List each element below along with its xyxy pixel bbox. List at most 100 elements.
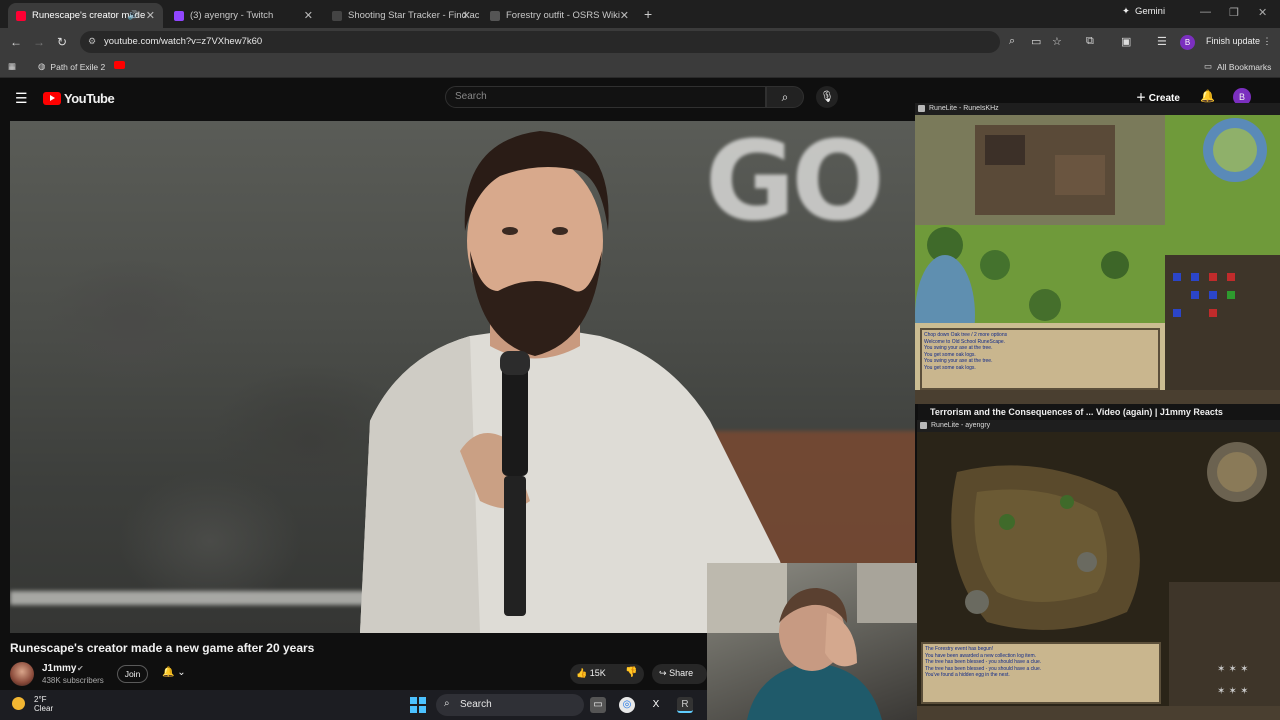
- bell-icon: 🔔: [162, 667, 175, 678]
- close-tab-icon[interactable]: ✕: [620, 9, 629, 22]
- tab-youtube[interactable]: Runescape's creator made 🔊 ✕: [8, 3, 163, 28]
- site-info-icon[interactable]: ⚙: [88, 36, 96, 47]
- runelite-title: RuneLite - ayengry: [931, 422, 991, 429]
- extensions-puzzle-icon[interactable]: ⧉: [1086, 35, 1094, 48]
- chrome-icon[interactable]: ◎: [619, 697, 635, 713]
- voice-search-mic-icon[interactable]: 🎙: [816, 86, 838, 108]
- finish-update-button[interactable]: Finish update ⋮: [1206, 36, 1272, 47]
- split-view-icon[interactable]: ▣: [1121, 35, 1131, 48]
- menu-hamburger-icon[interactable]: ☰: [15, 90, 28, 107]
- close-tab-icon[interactable]: ✕: [146, 9, 155, 22]
- new-tab-plus-icon[interactable]: +: [644, 6, 652, 22]
- gemini-button[interactable]: ✦ Gemini: [1122, 6, 1165, 17]
- url-bar[interactable]: ⚙ youtube.com/watch?v=z7VXhew7k60: [80, 31, 1000, 53]
- svg-text:✶ ✶ ✶: ✶ ✶ ✶: [1217, 686, 1249, 697]
- moon-weather-icon: [12, 697, 25, 710]
- bookmark-star-icon[interactable]: ☆: [1052, 35, 1062, 48]
- chat-line: You get some oak logs.: [924, 364, 976, 371]
- video-player[interactable]: GO: [10, 121, 915, 633]
- reading-list-icon[interactable]: ☰: [1157, 35, 1167, 48]
- minimize-icon[interactable]: —: [1200, 6, 1211, 18]
- search-icon: ⌕: [444, 698, 450, 709]
- svg-text:✶ ✶ ✶: ✶ ✶ ✶: [1217, 664, 1249, 675]
- streamer-figure: [707, 563, 917, 720]
- tab-twitch[interactable]: (3) ayengry - Twitch ✕: [166, 3, 321, 28]
- forward-arrow-icon[interactable]: →: [33, 35, 45, 49]
- subscriber-count: 438K subscribers: [42, 676, 104, 685]
- close-tab-icon[interactable]: ✕: [304, 9, 313, 22]
- bookmarks-bar: ▦ ◍ Path of Exile 2 ▭ All Bookmarks: [0, 56, 1280, 78]
- finish-update-label: Finish update: [1206, 36, 1261, 46]
- twitch-favicon-icon: [174, 10, 184, 21]
- star-tracker-favicon-icon: [332, 10, 342, 21]
- cast-icon[interactable]: ▭: [1031, 35, 1041, 48]
- runelite-logo-icon: [920, 422, 927, 429]
- share-arrow-icon: ↪: [659, 668, 667, 678]
- youtube-masthead: ☰ YouTube Search ⌕ 🎙: [0, 80, 915, 116]
- gemini-label: Gemini: [1134, 6, 1166, 17]
- like-button[interactable]: 👍 15K: [570, 664, 618, 684]
- webcam-overlay: [707, 563, 917, 720]
- taskbar-search-label: Search: [460, 699, 492, 710]
- caption-right: Video (again) | J1mmy Reacts: [1096, 407, 1223, 417]
- speaker-icon[interactable]: 🔊: [128, 10, 139, 21]
- runelite-window-2[interactable]: RuneLite - ayengry ✶ ✶ ✶ ✶ ✶ ✶ The Fores…: [917, 420, 1280, 720]
- channel-name[interactable]: J1mmy: [42, 663, 76, 674]
- windows-start-icon[interactable]: [410, 697, 426, 713]
- bookmark-label: Path of Exile 2: [50, 61, 106, 72]
- bookmark-path-of-exile[interactable]: ◍ Path of Exile 2: [38, 61, 105, 72]
- taskbar-search[interactable]: ⌕ Search: [436, 694, 584, 716]
- weather-condition: Clear: [34, 704, 54, 713]
- maximize-icon[interactable]: ❐: [1229, 6, 1239, 19]
- chat-box-1[interactable]: Chop down Oak tree / 2 more options Welc…: [920, 328, 1160, 390]
- youtube-bookmark-icon: [114, 61, 125, 69]
- chat-box-2[interactable]: The Forestry event has begun! You have b…: [921, 642, 1161, 704]
- windows-taskbar: 2°F Clear ⌕ Search ▭ ◎ X R: [0, 690, 707, 720]
- caption-left: Terrorism and the Consequences of ...: [930, 407, 1094, 417]
- like-count: 15K: [589, 668, 606, 678]
- back-arrow-icon[interactable]: ←: [10, 35, 22, 49]
- weather-widget[interactable]: 2°F Clear: [12, 695, 53, 713]
- runelite-taskbar-icon[interactable]: R: [677, 697, 693, 713]
- tab-title: Forestry outfit - OSRS Wiki: [506, 10, 621, 21]
- task-view-icon[interactable]: ▭: [590, 697, 606, 713]
- bookmark-youtube[interactable]: [114, 61, 125, 69]
- profile-avatar[interactable]: B: [1180, 35, 1195, 50]
- subscription-bell-button[interactable]: 🔔 ⌄: [157, 665, 199, 683]
- join-button[interactable]: Join: [117, 665, 148, 683]
- close-tab-icon[interactable]: ✕: [462, 9, 471, 22]
- tab-title: Shooting Star Tracker - Find ac: [348, 10, 479, 21]
- verified-check-icon: ✔: [77, 664, 84, 673]
- share-label: Share: [669, 668, 694, 678]
- app-x-icon[interactable]: X: [648, 697, 664, 713]
- tab-shooting-star[interactable]: Shooting Star Tracker - Find ac ✕: [324, 3, 479, 28]
- search-icon: ⌕: [781, 90, 789, 104]
- notifications-bell-icon[interactable]: 🔔: [1200, 89, 1215, 103]
- globe-icon: ◍: [38, 61, 46, 71]
- url-text: youtube.com/watch?v=z7VXhew7k60: [104, 36, 263, 47]
- all-bookmarks-label: All Bookmarks: [1217, 61, 1272, 72]
- presenter-figure: [360, 131, 800, 633]
- gemini-sparkle-icon: ✦: [1122, 6, 1130, 17]
- chat-line: You've found a hidden egg in the nest.: [925, 672, 1010, 678]
- share-button[interactable]: ↪ Share: [652, 664, 707, 684]
- search-placeholder: Search: [455, 91, 487, 102]
- all-bookmarks-button[interactable]: ▭ All Bookmarks: [1204, 61, 1271, 72]
- close-window-icon[interactable]: ✕: [1258, 6, 1267, 19]
- chevron-down-icon: ⌄: [177, 667, 186, 678]
- tab-osrs-wiki[interactable]: Forestry outfit - OSRS Wiki ✕: [482, 3, 637, 28]
- apps-grid-icon[interactable]: ▦: [8, 61, 16, 72]
- dislike-button[interactable]: 👎: [618, 664, 644, 684]
- create-button[interactable]: ＋ Create: [1136, 89, 1180, 104]
- stream-caption: Terrorism and the Consequences of ... Vi…: [918, 404, 1280, 420]
- search-button[interactable]: ⌕: [766, 86, 804, 108]
- youtube-favicon-icon: [16, 10, 26, 21]
- reload-icon[interactable]: ↻: [57, 35, 67, 49]
- youtube-logo[interactable]: YouTube: [43, 91, 115, 106]
- channel-avatar[interactable]: [10, 662, 34, 686]
- zoom-icon[interactable]: ⌕: [1009, 35, 1015, 48]
- runelite-window-1[interactable]: RuneLite - RuneIsKHz Chop down Oak tree …: [915, 103, 1280, 404]
- background-bench: [10, 591, 370, 605]
- youtube-search-input[interactable]: Search: [445, 86, 766, 108]
- runelite-title-bar: RuneLite - RuneIsKHz: [915, 103, 1280, 115]
